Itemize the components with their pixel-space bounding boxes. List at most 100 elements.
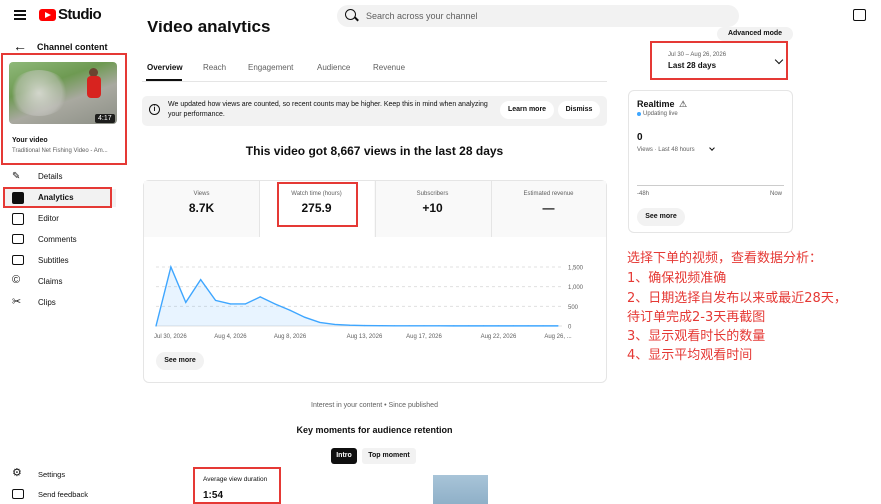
page-title: Video analytics — [147, 21, 271, 33]
notice-text: We updated how views are counted, so rec… — [168, 101, 488, 118]
annotation-line: 选择下单的视频，查看数据分析： — [627, 251, 823, 266]
video-title[interactable]: Traditional Net Fishing Video - Am... — [12, 148, 108, 154]
learn-more-button[interactable]: Learn more — [500, 101, 554, 119]
date-range-label: Last 28 days — [668, 61, 717, 70]
search-placeholder: Search across your channel — [366, 11, 478, 21]
logo-text[interactable]: Studio — [58, 6, 102, 23]
toggle-top-moment[interactable]: Top moment — [362, 448, 416, 464]
metric-separator — [375, 181, 376, 237]
date-range-text: Jul 30 – Aug 26, 2026 — [668, 52, 727, 58]
chart-xtick-label: Aug 22, 2026 — [481, 334, 517, 340]
dismiss-button[interactable]: Dismiss — [558, 101, 600, 119]
menu-icon[interactable] — [14, 10, 26, 20]
chart-ytick-label: 0 — [568, 325, 572, 331]
chart-point — [334, 323, 336, 326]
avg-view-duration-value: 1:54 — [203, 490, 224, 501]
chart-point — [319, 321, 321, 324]
interest-caption: Interest in your content • Since publish… — [311, 402, 438, 409]
annotation-line: 1、确保视频准确 — [627, 271, 727, 286]
sidebar-item-claims[interactable]: © Claims — [4, 273, 116, 291]
chart-point — [229, 303, 232, 305]
sidebar-item-settings[interactable]: ⚙ Settings — [4, 466, 116, 482]
chart-point — [200, 278, 202, 281]
chart-point — [453, 325, 455, 327]
play-icon — [45, 12, 51, 18]
sidebar-item-editor[interactable]: Editor — [4, 210, 116, 228]
chart-point — [289, 309, 291, 311]
chart-point — [274, 303, 276, 305]
annotation-line: 4、显示平均观看时间 — [627, 348, 753, 363]
chart-point — [527, 325, 529, 327]
realtime-status: Updating live — [643, 111, 678, 117]
scissors-icon: ✂ — [12, 296, 22, 308]
chart-point — [408, 325, 410, 327]
feedback-icon — [12, 489, 24, 499]
comments-icon — [12, 234, 24, 244]
chart-point — [542, 325, 544, 327]
chart-point — [393, 325, 395, 327]
chart-point — [497, 325, 500, 327]
tab-audience[interactable]: Audience — [317, 63, 350, 72]
info-icon: i — [149, 104, 160, 115]
create-icon[interactable] — [853, 9, 866, 21]
realtime-tick-left: -48h — [637, 191, 650, 197]
chart-point — [155, 325, 157, 327]
toggle-intro[interactable]: Intro — [331, 448, 357, 464]
chart-point — [512, 325, 514, 327]
realtime-subtitle[interactable]: Views · Last 48 hours — [637, 147, 695, 153]
views-chart: 1,500 1,000 500 0 Jul 30, 2026 Aug 4, 2026 Aug… — [154, 264, 584, 340]
realtime-see-more-button[interactable]: See more — [637, 208, 685, 226]
annotation-line: 2、日期选择自发布以来或最近28天， — [627, 291, 847, 306]
metric-separator — [491, 181, 492, 237]
chart-area-fill — [156, 267, 558, 326]
chart-point — [185, 301, 187, 303]
back-arrow-icon[interactable]: ← — [13, 38, 27, 54]
realtime-baseline — [637, 185, 784, 186]
see-more-button[interactable]: See more — [156, 352, 204, 370]
sidebar-item-details[interactable]: ✎ Details — [4, 168, 116, 186]
chart-xtick-label: Aug 13, 2026 — [347, 334, 383, 340]
chart-point — [259, 296, 261, 298]
chart-ytick-label: 500 — [568, 305, 579, 311]
realtime-value: 0 — [637, 132, 643, 143]
metric-views[interactable]: Views 8.7K — [144, 181, 259, 237]
annotation-box-watch-time — [277, 182, 358, 227]
subtitles-icon — [12, 255, 24, 265]
tab-reach[interactable]: Reach — [203, 63, 226, 72]
chart-xtick-label: Aug 8, 2026 — [274, 334, 307, 340]
warning-icon[interactable]: ⚠ — [679, 99, 687, 110]
tab-divider — [142, 81, 607, 82]
chart-ytick-label: 1,500 — [568, 266, 584, 272]
chart-xtick-label: Jul 30, 2026 — [154, 334, 187, 340]
annotation-box-analytics — [3, 187, 112, 208]
chart-point — [482, 325, 485, 327]
chart-point — [348, 324, 351, 326]
gear-icon: ⚙ — [12, 467, 22, 479]
video-duration: 4:17 — [95, 114, 115, 123]
metric-separator — [259, 181, 260, 237]
tab-revenue[interactable]: Revenue — [373, 63, 405, 72]
sidebar-item-subtitles[interactable]: Subtitles — [4, 252, 116, 270]
chart-point — [244, 303, 246, 305]
realtime-title: Realtime — [637, 99, 675, 109]
realtime-tick-right: Now — [770, 191, 783, 197]
sidebar-item-send-feedback[interactable]: Send feedback — [4, 486, 116, 502]
chart-point — [214, 299, 217, 302]
chart-xtick-label: Aug 4, 2026 — [214, 334, 247, 340]
sidebar-item-comments[interactable]: Comments — [4, 231, 116, 249]
tab-engagement[interactable]: Engagement — [248, 63, 293, 72]
sidebar-item-clips[interactable]: ✂ Clips — [4, 294, 116, 312]
chart-point — [378, 325, 380, 327]
metric-subscribers[interactable]: Subscribers +10 — [375, 181, 490, 237]
tab-overview[interactable]: Overview — [147, 63, 183, 72]
pencil-icon: ✎ — [12, 171, 21, 182]
chart-point — [438, 325, 440, 327]
avg-view-duration-label: Average view duration — [203, 476, 268, 483]
chart-ytick-label: 1,000 — [568, 285, 584, 291]
live-dot-icon — [637, 112, 641, 116]
metric-estimated-revenue[interactable]: Estimated revenue — — [491, 181, 606, 237]
advanced-mode-button[interactable]: Advanced mode — [717, 27, 793, 41]
key-moments-title: Key moments for audience retention — [296, 425, 453, 435]
views-headline: This video got 8,667 views in the last 2… — [245, 144, 504, 158]
chart-xtick-label: Aug 17, 2026 — [406, 334, 442, 340]
